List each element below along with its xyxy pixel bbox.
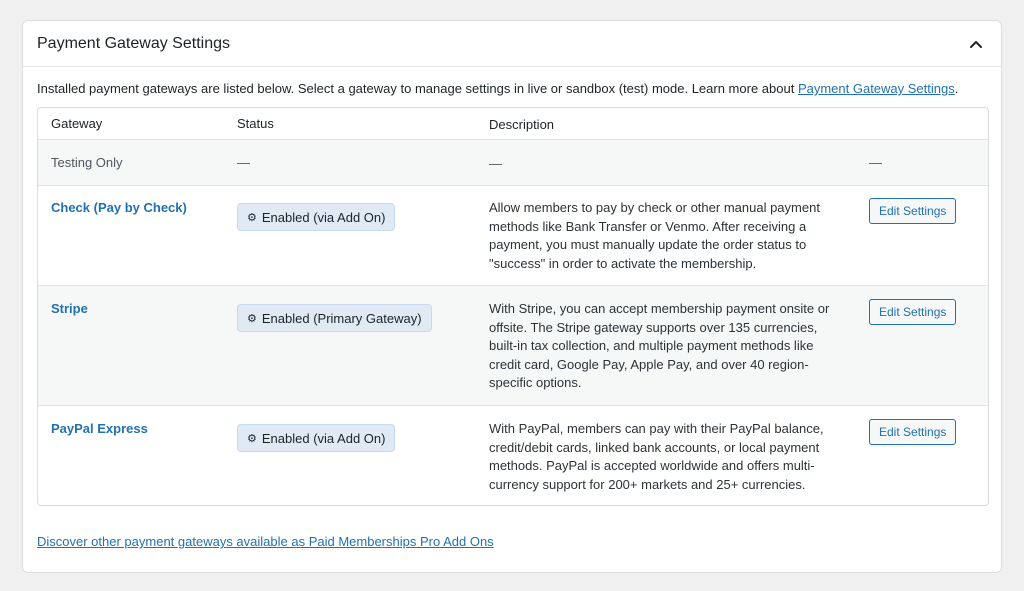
chevron-up-icon bbox=[970, 40, 982, 48]
intro-text: Installed payment gateways are listed be… bbox=[37, 81, 958, 96]
status-badge: ⚙ Enabled (via Add On) bbox=[237, 203, 396, 231]
edit-settings-button[interactable]: Edit Settings bbox=[869, 299, 957, 325]
header-gateway: Gateway bbox=[51, 116, 103, 131]
edit-settings-button[interactable]: Edit Settings bbox=[869, 198, 957, 224]
gateway-name-testing: Testing Only bbox=[51, 155, 123, 170]
description-paypal: With PayPal, members can pay with their … bbox=[489, 421, 824, 492]
status-badge: ⚙ Enabled (via Add On) bbox=[237, 424, 396, 452]
table-row: Stripe ⚙ Enabled (Primary Gateway) With … bbox=[38, 286, 988, 406]
description-stripe: With Stripe, you can accept membership p… bbox=[489, 301, 830, 390]
gateway-name-paypal[interactable]: PayPal Express bbox=[51, 421, 148, 436]
edit-settings-paypal: Edit Settings bbox=[869, 419, 957, 445]
panel-header: Payment Gateway Settings bbox=[23, 21, 1001, 67]
gateways-table: Gateway Status Description Testing Only … bbox=[37, 107, 989, 506]
gateway-name-check[interactable]: Check (Pay by Check) bbox=[51, 200, 187, 215]
status-testing: — bbox=[237, 155, 250, 170]
status-stripe: ⚙ Enabled (Primary Gateway) bbox=[237, 304, 432, 332]
status-badge-label: Enabled (via Add On) bbox=[261, 209, 386, 225]
header-description: Description bbox=[489, 117, 555, 132]
edit-settings-stripe: Edit Settings bbox=[869, 299, 957, 325]
payment-gateway-panel: Payment Gateway Settings Installed payme… bbox=[22, 20, 1002, 573]
description-check: Allow members to pay by check or other m… bbox=[489, 200, 820, 271]
edit-settings-button[interactable]: Edit Settings bbox=[869, 419, 957, 445]
collapse-button[interactable] bbox=[965, 33, 987, 55]
edit-settings-check: Edit Settings bbox=[869, 198, 957, 224]
status-paypal: ⚙ Enabled (via Add On) bbox=[237, 424, 396, 452]
table-row: Check (Pay by Check) ⚙ Enabled (via Add … bbox=[38, 186, 988, 286]
intro-text-body: Installed payment gateways are listed be… bbox=[37, 81, 798, 96]
header-status: Status bbox=[237, 116, 274, 131]
table-row: PayPal Express ⚙ Enabled (via Add On) Wi… bbox=[38, 406, 988, 505]
panel-title: Payment Gateway Settings bbox=[37, 34, 230, 52]
gear-icon: ⚙ bbox=[247, 312, 257, 325]
gear-icon: ⚙ bbox=[247, 432, 257, 445]
gear-icon: ⚙ bbox=[247, 211, 257, 224]
status-badge-label: Enabled (Primary Gateway) bbox=[261, 310, 422, 326]
status-badge: ⚙ Enabled (Primary Gateway) bbox=[237, 304, 432, 332]
action-testing: — bbox=[869, 155, 882, 170]
table-header-row: Gateway Status Description bbox=[38, 108, 988, 140]
gateway-name-stripe[interactable]: Stripe bbox=[51, 301, 88, 316]
table-row: Testing Only — — — bbox=[38, 140, 988, 186]
status-badge-label: Enabled (via Add On) bbox=[261, 430, 386, 446]
intro-text-end: . bbox=[954, 81, 959, 96]
status-check: ⚙ Enabled (via Add On) bbox=[237, 203, 396, 231]
payment-gateway-settings-link[interactable]: Payment Gateway Settings bbox=[798, 81, 955, 96]
description-testing: — bbox=[489, 156, 502, 171]
discover-gateways-link[interactable]: Discover other payment gateways availabl… bbox=[37, 534, 494, 549]
